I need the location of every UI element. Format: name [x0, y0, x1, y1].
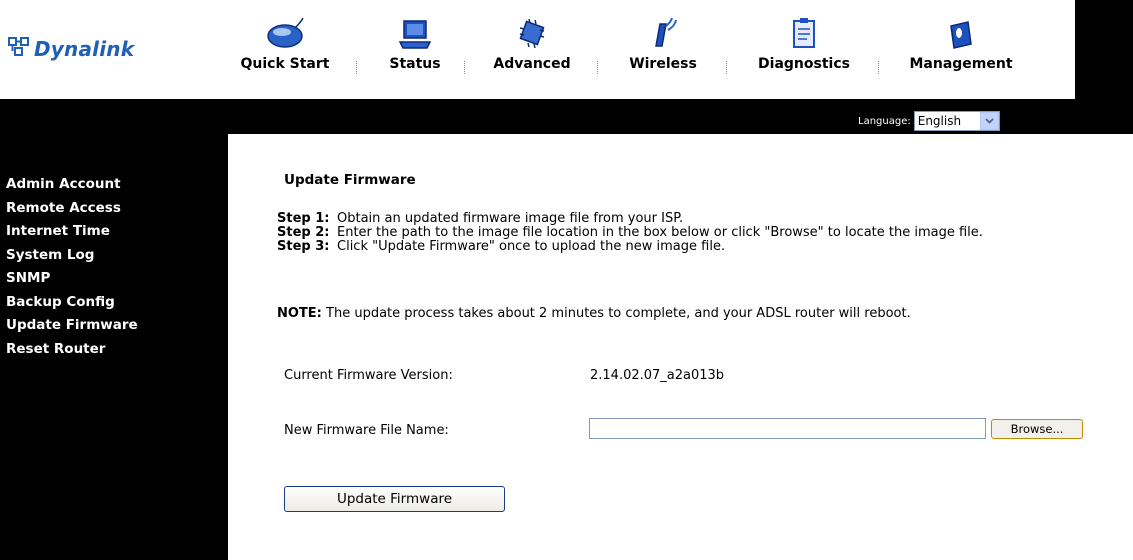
- note: NOTE: The update process takes about 2 m…: [277, 306, 911, 321]
- note-label: NOTE:: [277, 306, 322, 321]
- nav-label-wireless: Wireless: [629, 56, 697, 72]
- language-label: Language:: [858, 115, 911, 127]
- nav-separator: [726, 61, 728, 74]
- nav-label-quick-start: Quick Start: [240, 56, 330, 72]
- sidebar-item-internet-time[interactable]: Internet Time: [6, 220, 138, 244]
- nav-wireless[interactable]: Wireless: [616, 10, 710, 72]
- nav-diagnostics[interactable]: Diagnostics: [746, 10, 862, 72]
- chevron-down-icon[interactable]: [979, 112, 999, 130]
- sidebar-item-remote-access[interactable]: Remote Access: [6, 197, 138, 221]
- nav-label-status: Status: [389, 56, 441, 72]
- step-text: Click "Update Firmware" once to upload t…: [337, 239, 726, 254]
- step-label: Step 1:: [277, 211, 330, 226]
- nav-management[interactable]: Management: [898, 10, 1024, 72]
- nav-label-diagnostics: Diagnostics: [758, 56, 850, 72]
- nav-advanced[interactable]: Advanced: [482, 10, 582, 72]
- nav-status[interactable]: Status: [380, 10, 450, 72]
- chip-icon: [482, 10, 582, 50]
- sidebar-item-backup-config[interactable]: Backup Config: [6, 291, 138, 315]
- note-text: The update process takes about 2 minutes…: [321, 306, 911, 321]
- sidebar-item-system-log[interactable]: System Log: [6, 244, 138, 268]
- sidebar-item-snmp[interactable]: SNMP: [6, 267, 138, 291]
- language-select[interactable]: English: [913, 111, 1000, 131]
- step-label: Step 3:: [277, 239, 330, 254]
- header-frame-right: [1075, 0, 1133, 134]
- management-icon: [898, 10, 1024, 50]
- nav-quick-start[interactable]: Quick Start: [230, 10, 340, 72]
- sidebar-item-admin-account[interactable]: Admin Account: [6, 173, 138, 197]
- nav-separator: [356, 61, 358, 74]
- step-label: Step 2:: [277, 225, 330, 240]
- nav-label-management: Management: [909, 56, 1013, 72]
- update-firmware-button[interactable]: Update Firmware: [284, 486, 505, 512]
- logo: Dynalink: [8, 37, 134, 61]
- clipboard-icon: [746, 10, 862, 50]
- new-file-label: New Firmware File Name:: [284, 423, 449, 438]
- current-version-label: Current Firmware Version:: [284, 368, 453, 383]
- steps-list: Step 1: Obtain an updated firmware image…: [277, 212, 1097, 254]
- nav-separator: [878, 61, 880, 74]
- mouse-icon: [230, 10, 340, 50]
- step-text: Obtain an updated firmware image file fr…: [337, 211, 684, 226]
- step-row: Step 1: Obtain an updated firmware image…: [277, 212, 1097, 226]
- step-row: Step 3: Click "Update Firmware" once to …: [277, 240, 1097, 254]
- firmware-file-input[interactable]: [589, 418, 986, 439]
- step-text: Enter the path to the image file locatio…: [337, 225, 983, 240]
- logo-mark-icon: [8, 37, 30, 61]
- sidebar: Admin Account Remote Access Internet Tim…: [6, 173, 138, 361]
- sidebar-item-update-firmware[interactable]: Update Firmware: [6, 314, 138, 338]
- sidebar-item-reset-router[interactable]: Reset Router: [6, 338, 138, 362]
- nav-separator: [464, 61, 466, 74]
- language-selector: Language: English: [858, 111, 1000, 131]
- wireless-icon: [616, 10, 710, 50]
- language-value: English: [917, 114, 962, 128]
- browse-button[interactable]: Browse...: [991, 419, 1083, 439]
- current-version-value: 2.14.02.07_a2a013b: [590, 368, 725, 383]
- nav-label-advanced: Advanced: [493, 56, 571, 72]
- nav-separator: [597, 61, 599, 74]
- step-row: Step 2: Enter the path to the image file…: [277, 226, 1097, 240]
- page-title: Update Firmware: [284, 172, 416, 188]
- logo-text: Dynalink: [34, 37, 135, 61]
- laptop-icon: [380, 10, 450, 50]
